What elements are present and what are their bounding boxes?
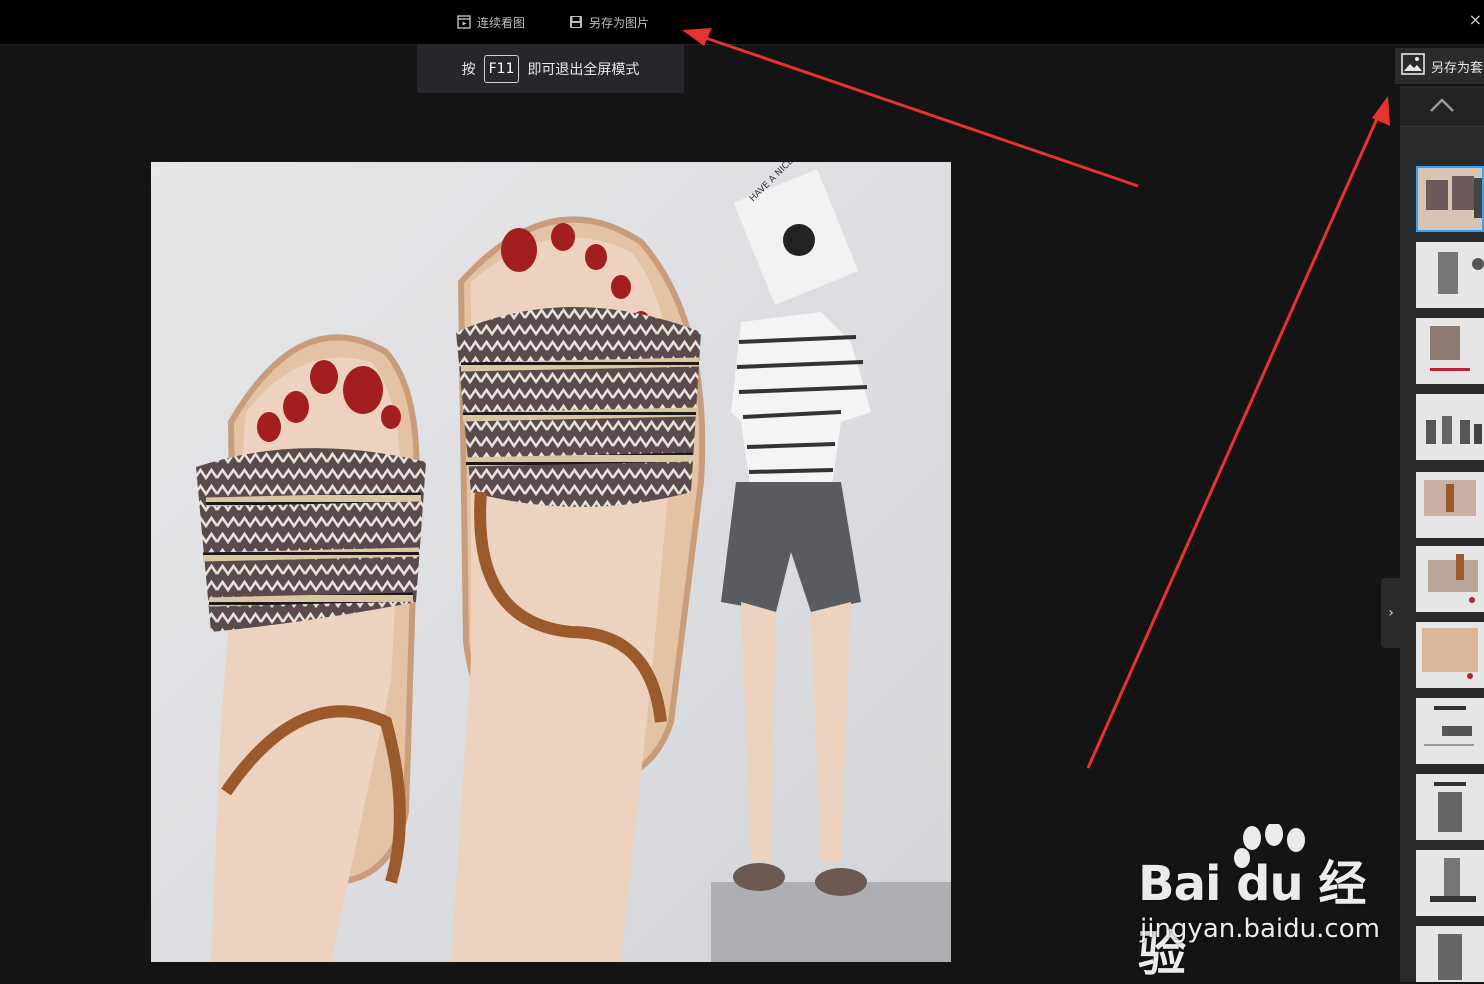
thumbnail-10[interactable] [1416,850,1484,916]
thumbnail-scroll-up[interactable] [1400,88,1484,127]
thumbnail-8[interactable] [1416,698,1484,764]
arrow-to-save-image [699,34,1139,188]
thumbnail-4[interactable] [1416,394,1484,460]
arrow-to-save-set [1086,111,1382,769]
thumbnail-2[interactable] [1416,242,1484,308]
baidu-jingyan-watermark: Bai du 经验 jingyan.baidu.com [1138,824,1408,982]
thumbnail-1[interactable] [1416,166,1484,232]
thumbnail-5[interactable] [1416,472,1484,538]
arrowhead-1 [682,28,712,46]
watermark-url: jingyan.baidu.com [1140,914,1380,944]
save-as-set-button[interactable]: 另存为套 [1395,48,1484,84]
thumbnail-7[interactable] [1416,622,1484,688]
image-set-icon [1401,52,1425,80]
chevron-right-icon: › [1388,605,1394,621]
thumbnail-3[interactable] [1416,318,1484,384]
save-as-set-label: 另存为套 [1431,60,1484,76]
thumbnail-11[interactable] [1416,926,1484,982]
collapse-sidebar-tab[interactable]: › [1381,578,1401,648]
chevron-up-icon [1429,97,1455,117]
thumbnail-6[interactable] [1416,546,1484,612]
thumbnail-9[interactable] [1416,774,1484,840]
